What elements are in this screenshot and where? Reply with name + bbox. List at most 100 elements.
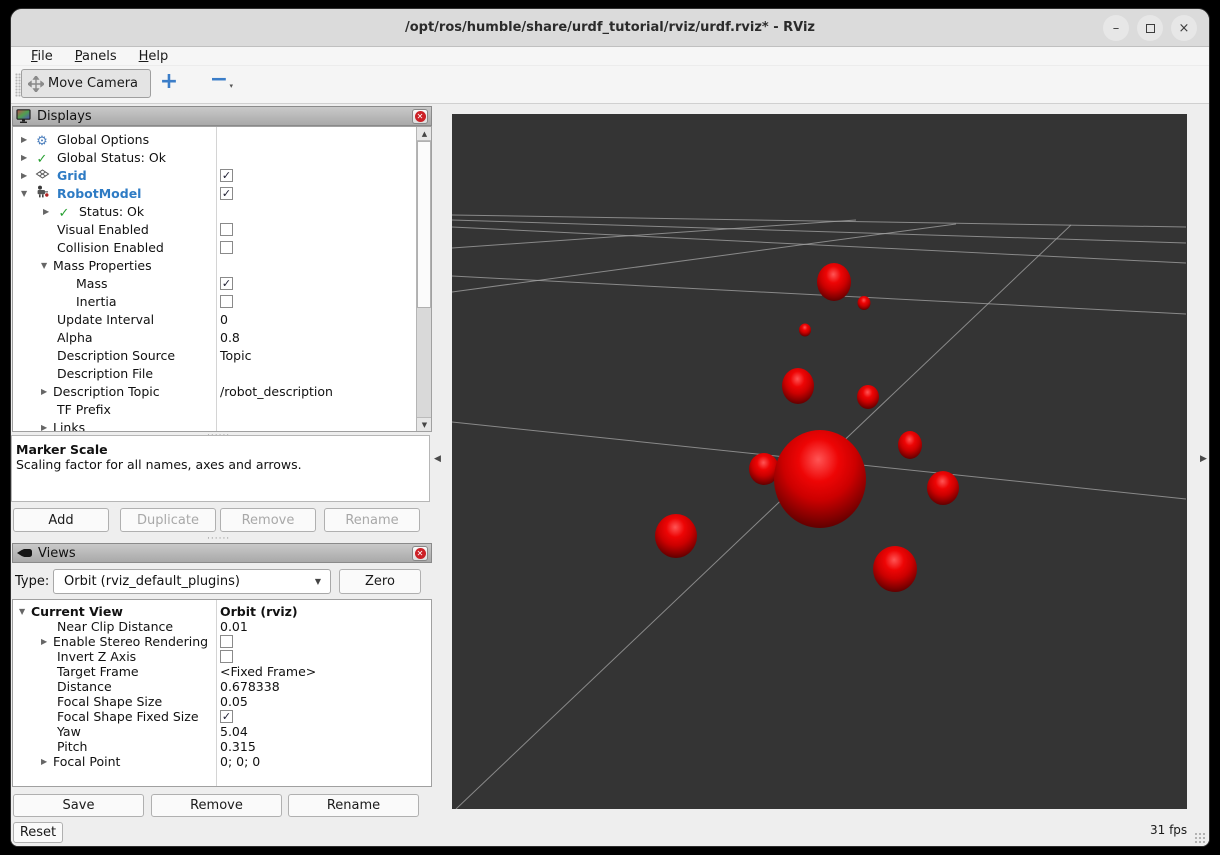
chevron-right-icon[interactable]: ▶ — [43, 207, 55, 216]
views-row-focal-point[interactable]: ▶ Focal Point 0; 0; 0 — [13, 754, 431, 769]
displays-row-description-topic[interactable]: ▶ Description Topic/robot_description — [13, 382, 431, 400]
property-value[interactable]: 0.678338 — [220, 679, 280, 694]
property-value[interactable]: 0.8 — [220, 330, 240, 345]
displays-row-mass[interactable]: Mass ✓ — [13, 274, 431, 292]
menu-item-help[interactable]: Help — [139, 49, 169, 64]
displays-row-description-file[interactable]: Description File — [13, 364, 431, 382]
view-type-combobox[interactable]: Orbit (rviz_default_plugins) ▼ — [53, 569, 331, 594]
checkbox-checked[interactable]: ✓ — [220, 186, 233, 200]
title-bar[interactable]: /opt/ros/humble/share/urdf_tutorial/rviz… — [11, 9, 1209, 47]
views-panel-header[interactable]: Views ✕ — [12, 543, 432, 563]
chevron-right-icon[interactable]: ▶ — [41, 757, 53, 766]
views-row-pitch[interactable]: Pitch 0.315 — [13, 739, 431, 754]
property-value[interactable]: 0.01 — [220, 619, 248, 634]
rename-button[interactable]: Rename — [288, 794, 419, 817]
chevron-down-icon[interactable]: ▼ — [19, 607, 31, 616]
move-camera-icon — [28, 75, 44, 92]
views-close-icon: ✕ — [414, 547, 426, 559]
checkbox-unchecked[interactable] — [220, 650, 233, 663]
chevron-right-icon[interactable]: ▶ — [41, 637, 53, 646]
displays-row-inertia[interactable]: Inertia — [13, 292, 431, 310]
views-row-focal-shape-fixed-size[interactable]: Focal Shape Fixed Size ✓ — [13, 709, 431, 724]
checkbox-unchecked[interactable] — [220, 294, 233, 308]
duplicate-button[interactable]: Duplicate — [120, 508, 216, 532]
description-text: Scaling factor for all names, axes and a… — [16, 457, 302, 472]
displays-row-mass-properties[interactable]: ▼ Mass Properties — [13, 256, 431, 274]
displays-row-alpha[interactable]: Alpha 0.8 — [13, 328, 431, 346]
displays-row-visual-enabled[interactable]: Visual Enabled — [13, 220, 431, 238]
chevron-right-icon[interactable]: ▶ — [41, 423, 53, 432]
menu-item-panels[interactable]: Panels — [75, 49, 117, 64]
property-value[interactable]: <Fixed Frame> — [220, 664, 316, 679]
reset-button[interactable]: Reset — [13, 822, 63, 843]
add-tool-button[interactable]: + — [157, 68, 181, 98]
property-value[interactable]: /robot_description — [220, 384, 333, 399]
property-label: Focal Shape Size — [57, 694, 163, 709]
displays-row-grid[interactable]: ▶ Grid ✓ — [13, 166, 431, 184]
displays-row-status-ok[interactable]: ▶ ✓ Status: Ok — [13, 202, 431, 221]
resize-grip[interactable] — [1194, 832, 1206, 844]
chevron-down-icon[interactable]: ▼ — [41, 261, 53, 270]
property-value[interactable]: 0 — [220, 312, 228, 327]
remove-button[interactable]: Remove — [220, 508, 316, 532]
property-value[interactable]: 0; 0; 0 — [220, 754, 260, 769]
views-row-distance[interactable]: Distance 0.678338 — [13, 679, 431, 694]
collapse-left-arrow-icon[interactable]: ◀ — [434, 454, 441, 464]
checkbox-checked[interactable]: ✓ — [220, 276, 233, 290]
checkbox-unchecked[interactable] — [220, 635, 233, 648]
zero-button[interactable]: Zero — [339, 569, 421, 594]
displays-row-description-source[interactable]: Description Source Topic — [13, 346, 431, 364]
save-button[interactable]: Save — [13, 794, 144, 817]
views-row-enable-stereo-rendering[interactable]: ▶ Enable Stereo Rendering — [13, 634, 431, 649]
property-value[interactable]: Topic — [220, 348, 251, 363]
property-label: Mass Properties — [53, 257, 152, 273]
property-value[interactable]: 0.315 — [220, 739, 256, 754]
displays-row-update-interval[interactable]: Update Interval 0 — [13, 310, 431, 328]
chevron-right-icon[interactable]: ▶ — [21, 171, 33, 180]
chevron-right-icon[interactable]: ▶ — [21, 135, 33, 144]
property-value[interactable]: Orbit (rviz) — [220, 604, 298, 619]
remove-button[interactable]: Remove — [151, 794, 282, 817]
render-viewport[interactable] — [451, 114, 1187, 810]
views-close-button[interactable]: ✕ — [412, 545, 428, 561]
mass-sphere — [782, 368, 814, 404]
views-row-focal-shape-size[interactable]: Focal Shape Size 0.05 — [13, 694, 431, 709]
displays-close-button[interactable]: ✕ — [412, 108, 428, 124]
add-button[interactable]: Add — [13, 508, 109, 532]
rename-button[interactable]: Rename — [324, 508, 420, 532]
property-label: Status: Ok — [79, 203, 145, 219]
views-row-yaw[interactable]: Yaw 5.04 — [13, 724, 431, 739]
checkbox-checked[interactable]: ✓ — [220, 710, 233, 723]
displays-row-global-options[interactable]: ▶ ⚙ Global Options — [13, 130, 431, 149]
checkbox-unchecked[interactable] — [220, 240, 233, 254]
property-description-box: Marker Scale Scaling factor for all name… — [11, 435, 430, 502]
collapse-right-arrow-icon[interactable]: ▶ — [1200, 454, 1207, 464]
minimize-button[interactable]: – — [1103, 15, 1129, 41]
property-value[interactable]: 5.04 — [220, 724, 248, 739]
mass-sphere — [873, 546, 917, 592]
move-camera-tool-button[interactable]: Move Camera — [21, 69, 152, 98]
mass-sphere — [857, 296, 871, 310]
displays-row-collision-enabled[interactable]: Collision Enabled — [13, 238, 431, 256]
chevron-right-icon[interactable]: ▶ — [21, 153, 33, 162]
close-button[interactable]: × — [1171, 15, 1197, 41]
property-value[interactable]: 0.05 — [220, 694, 248, 709]
displays-panel-header[interactable]: Displays ✕ — [12, 106, 432, 126]
displays-row-robotmodel[interactable]: ▼ RobotModel ✓ — [13, 184, 431, 202]
remove-tool-dropdown-icon[interactable]: ▾ — [229, 74, 233, 98]
checkbox-unchecked[interactable] — [220, 222, 233, 236]
displays-panel-title: Displays — [37, 108, 92, 124]
chevron-right-icon[interactable]: ▶ — [41, 387, 53, 396]
menu-item-file[interactable]: File — [31, 49, 53, 64]
displays-row-tf-prefix[interactable]: TF Prefix — [13, 400, 431, 418]
views-row-current-view[interactable]: ▼ Current View Orbit (rviz) — [13, 604, 431, 619]
remove-tool-button[interactable]: − ▾ — [207, 68, 233, 98]
displays-row-global-status-ok[interactable]: ▶ ✓ Global Status: Ok — [13, 148, 431, 167]
displays-row-links[interactable]: ▶ Links — [13, 418, 431, 432]
views-row-invert-z-axis[interactable]: Invert Z Axis — [13, 649, 431, 664]
maximize-button[interactable] — [1137, 15, 1163, 41]
views-row-near-clip-distance[interactable]: Near Clip Distance 0.01 — [13, 619, 431, 634]
chevron-down-icon[interactable]: ▼ — [21, 189, 33, 198]
checkbox-checked[interactable]: ✓ — [220, 168, 233, 182]
views-row-target-frame[interactable]: Target Frame <Fixed Frame> — [13, 664, 431, 679]
